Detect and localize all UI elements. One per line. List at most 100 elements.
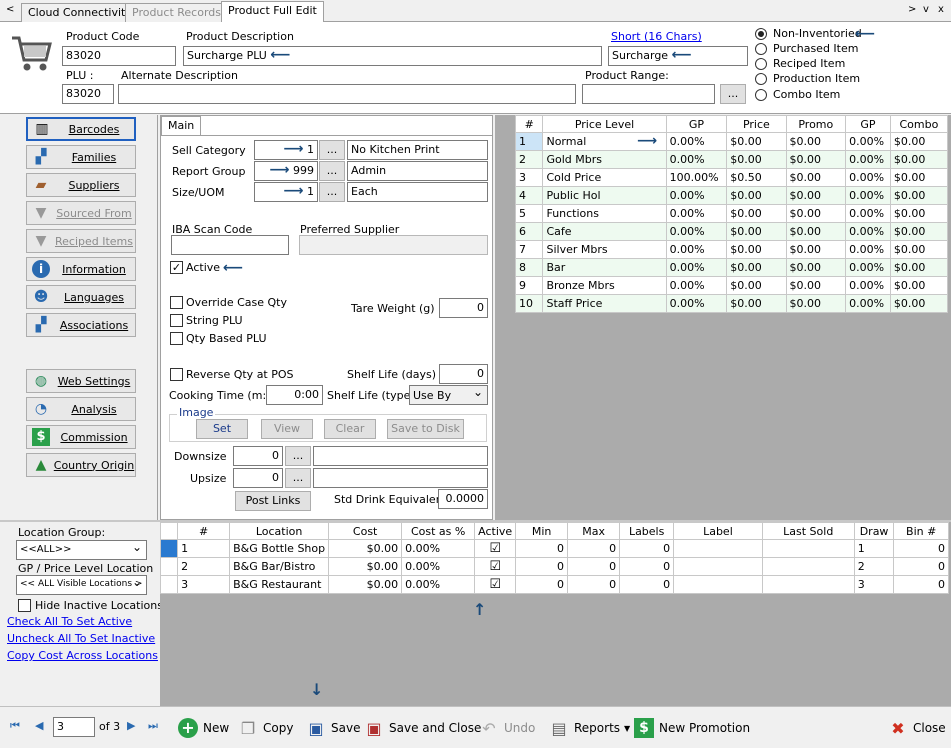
close-button[interactable]: ✖ Close — [887, 715, 945, 741]
location-grid-header[interactable]: Draw — [853, 522, 895, 540]
gp-location-select[interactable]: << ALL Visible Locations > — [16, 575, 147, 595]
location-grid-header[interactable]: # — [177, 522, 231, 540]
downsize-browse-button[interactable]: ... — [285, 446, 311, 466]
downsize-input[interactable]: 0 — [233, 446, 283, 466]
price-grid-cell[interactable]: Cafe — [542, 222, 667, 241]
upsize-name[interactable] — [313, 468, 488, 488]
image-save-to-disk-button[interactable]: Save to Disk — [387, 419, 464, 439]
size-uom-name[interactable]: Each — [347, 182, 488, 202]
location-grid-cell[interactable] — [761, 575, 855, 594]
sidebar-item-families[interactable]: ▞ Families — [26, 145, 136, 169]
price-grid-cell[interactable]: Bronze Mbrs — [542, 276, 667, 295]
price-grid-cell[interactable]: $0.00 — [785, 222, 847, 241]
price-grid-cell[interactable]: $0.00 — [726, 204, 787, 223]
location-grid-cell[interactable] — [761, 557, 855, 576]
price-grid-cell[interactable]: $0.00 — [889, 276, 949, 295]
shelf-life-type-select[interactable]: Use By — [409, 385, 488, 405]
price-grid-cell[interactable]: 8 — [514, 258, 544, 277]
location-grid-cell[interactable]: 0 — [893, 557, 949, 576]
report-group-name[interactable]: Admin — [347, 161, 488, 181]
sidebar-item-web-settings[interactable]: ◍ Web Settings — [26, 369, 136, 393]
price-grid-header[interactable]: Price Level — [542, 115, 667, 133]
price-grid-cell[interactable]: Staff Price — [542, 294, 667, 313]
image-set-button[interactable]: Set — [196, 419, 248, 439]
location-grid-cell[interactable]: 3 — [177, 575, 231, 594]
price-grid-cell[interactable]: Gold Mbrs — [542, 150, 667, 169]
location-grid-cell[interactable]: 2 — [853, 557, 895, 576]
location-grid-cell[interactable]: 0 — [515, 575, 569, 594]
product-range-input[interactable] — [582, 84, 715, 104]
post-links-button[interactable]: Post Links — [235, 491, 311, 511]
row-selector[interactable] — [159, 539, 179, 558]
cooking-time-input[interactable]: 0:00 — [266, 385, 323, 405]
price-grid-cell[interactable]: 10 — [514, 294, 544, 313]
sidebar-item-suppliers[interactable]: ▰ Suppliers — [26, 173, 136, 197]
price-grid-cell[interactable]: $0.00 — [785, 276, 847, 295]
location-grid-cell[interactable]: 1 — [853, 539, 895, 558]
tab-main[interactable]: Main — [161, 116, 201, 135]
price-grid-cell[interactable]: 0.00% — [665, 222, 728, 241]
shelf-life-days-input[interactable]: 0 — [439, 364, 488, 384]
price-grid-cell[interactable]: $0.00 — [889, 186, 949, 205]
save-and-close-button[interactable]: ▣ Save and Close — [363, 715, 481, 741]
record-number-input[interactable]: 3 — [53, 717, 95, 737]
image-clear-button[interactable]: Clear — [324, 419, 376, 439]
price-grid-cell[interactable]: 0.00% — [665, 276, 728, 295]
location-grid-header[interactable]: Labels — [619, 522, 675, 540]
sidebar-item-barcodes[interactable]: ▥ Barcodes — [26, 117, 136, 141]
new-promotion-button[interactable]: $ New Promotion — [633, 715, 750, 741]
location-grid-cell[interactable]: 0.00% — [401, 539, 476, 558]
table-row[interactable]: 3 B&G Restaurant $0.00 0.00% ☑ 0 0 0 3 0 — [159, 575, 949, 594]
price-grid-cell[interactable]: $0.00 — [889, 132, 949, 151]
price-grid-cell[interactable]: Cold Price — [542, 168, 667, 187]
sidebar-item-commission[interactable]: $ Commission — [26, 425, 136, 449]
product-range-browse-button[interactable]: ... — [720, 84, 746, 104]
price-grid-cell[interactable]: 0.00% — [845, 132, 891, 151]
location-grid-cell[interactable]: $0.00 — [328, 539, 403, 558]
price-grid-cell[interactable]: 0.00% — [665, 204, 728, 223]
price-grid-cell[interactable]: $0.50 — [726, 168, 787, 187]
string-plu-checkbox[interactable] — [170, 314, 183, 327]
price-grid-cell[interactable]: $0.00 — [785, 132, 847, 151]
location-grid-cell[interactable] — [673, 557, 763, 576]
price-grid-header[interactable]: Price — [726, 115, 787, 133]
row-selector[interactable] — [159, 557, 179, 576]
sidebar-item-sourced-from[interactable]: ▼ Sourced From — [26, 201, 136, 225]
tab-list-icon[interactable]: v — [923, 4, 929, 15]
size-uom-browse-button[interactable]: ... — [319, 182, 345, 202]
price-grid-header[interactable]: Promo — [785, 115, 847, 133]
upsize-input[interactable]: 0 — [233, 468, 283, 488]
price-grid-cell[interactable]: 0.00% — [845, 168, 891, 187]
location-grid-header[interactable]: Cost — [328, 522, 403, 540]
location-grid-header[interactable]: Max — [567, 522, 621, 540]
price-grid-cell[interactable]: 9 — [514, 276, 544, 295]
price-grid-cell[interactable]: $0.00 — [889, 168, 949, 187]
price-grid-cell[interactable]: $0.00 — [785, 240, 847, 259]
price-grid-cell[interactable]: $0.00 — [889, 258, 949, 277]
sell-category-name[interactable]: No Kitchen Print — [347, 140, 488, 160]
price-grid-cell[interactable]: 4 — [514, 186, 544, 205]
price-grid-cell[interactable]: $0.00 — [726, 294, 787, 313]
reports-button[interactable]: ▤ Reports ▼ — [548, 715, 630, 741]
tab-scroll-right-icon[interactable]: > — [908, 4, 916, 15]
location-grid-cell[interactable]: 2 — [177, 557, 231, 576]
table-row[interactable]: 4 Public Hol 0.00% $0.00 $0.00 0.00% $0.00 — [514, 186, 949, 205]
location-grid-cell[interactable]: 3 — [853, 575, 895, 594]
location-grid-cell[interactable] — [673, 575, 763, 594]
new-button[interactable]: + New — [177, 715, 229, 741]
price-grid-header[interactable]: GP — [665, 115, 728, 133]
location-grid-cell[interactable]: 0 — [567, 557, 621, 576]
location-grid-cell[interactable]: 0 — [619, 557, 675, 576]
report-group-browse-button[interactable]: ... — [319, 161, 345, 181]
override-case-qty-checkbox[interactable] — [170, 296, 183, 309]
sidebar-item-analysis[interactable]: ◔ Analysis — [26, 397, 136, 421]
price-grid-cell[interactable]: 0.00% — [845, 276, 891, 295]
sidebar-item-information[interactable]: i Information — [26, 257, 136, 281]
downsize-name[interactable] — [313, 446, 488, 466]
tab-cloud-connectivity[interactable]: Cloud Connectivity — [21, 3, 139, 22]
short-name-link[interactable]: Short (16 Chars) — [611, 30, 702, 43]
radio-production-item[interactable] — [755, 73, 767, 85]
hide-inactive-checkbox[interactable] — [18, 599, 31, 612]
location-grid-header[interactable]: Last Sold — [761, 522, 855, 540]
location-grid-cell[interactable]: 0.00% — [401, 575, 476, 594]
